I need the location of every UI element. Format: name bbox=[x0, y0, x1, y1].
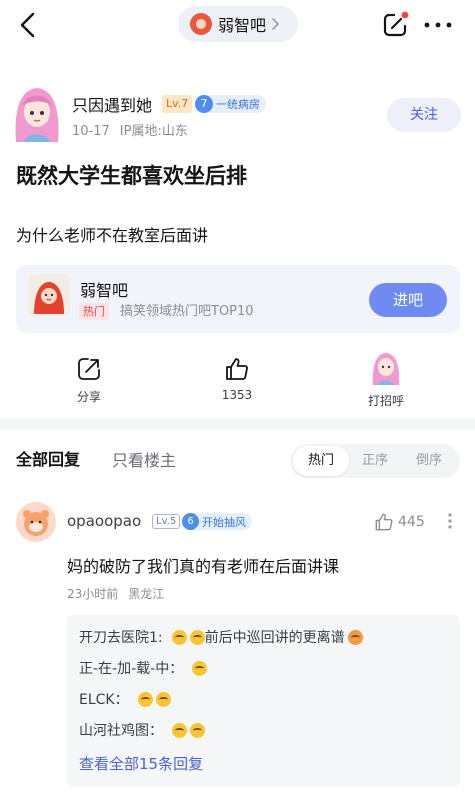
share-label: 分享 bbox=[76, 390, 101, 404]
comment-time: 23小时前 bbox=[67, 587, 119, 601]
reply-text: 前后中巡回讲的更离谱 bbox=[204, 630, 345, 646]
sort-hot[interactable]: 热门 bbox=[293, 446, 349, 476]
author-name[interactable]: 只因遇到她 bbox=[72, 92, 152, 116]
comment-like-button[interactable]: 445 bbox=[374, 512, 425, 532]
thumbs-up-icon bbox=[226, 358, 248, 380]
sub-reply: 山河社鸡图： bbox=[79, 720, 205, 740]
reply-user: 开刀去医院1: bbox=[79, 630, 163, 646]
greet-action[interactable]: 打招呼 bbox=[341, 353, 431, 409]
bar-card-name: 弱智吧 bbox=[80, 281, 129, 300]
sub-reply: 正-在-加-载-中： bbox=[79, 658, 208, 678]
bar-card-description: 搞笑领域热门吧TOP10 bbox=[120, 304, 254, 319]
emoji-icon bbox=[190, 722, 205, 738]
post-title: 既然大学生都喜欢坐后排 bbox=[16, 164, 247, 188]
post-body: 为什么老师不在教室后面讲 bbox=[16, 226, 209, 245]
tab-only-op[interactable]: 只看楼主 bbox=[112, 447, 176, 471]
emoji-icon bbox=[347, 629, 363, 645]
badge-text: 一统病房 bbox=[216, 98, 260, 111]
sub-reply: ELCK： bbox=[79, 689, 171, 709]
badge-number: 7 bbox=[195, 95, 213, 113]
emoji-icon bbox=[172, 722, 187, 738]
commenter-badge-number: 6 bbox=[182, 513, 199, 530]
ip-location: IP属地:山东 bbox=[119, 124, 188, 139]
bar-card[interactable]: 弱智吧 热门 搞笑领域热门吧TOP10 进吧 bbox=[16, 265, 460, 333]
chevron-right-icon bbox=[272, 18, 280, 30]
share-action[interactable]: 分享 bbox=[44, 356, 134, 405]
emoji-icon bbox=[171, 629, 187, 645]
bar-title-pill[interactable]: 弱智吧 bbox=[178, 6, 298, 42]
comment-meta: 23小时前 黑龙江 bbox=[67, 585, 164, 602]
reply-user: 山河社鸡图： bbox=[79, 723, 163, 739]
comment-location: 黑龙江 bbox=[128, 587, 165, 601]
top-bar: 弱智吧 bbox=[0, 0, 475, 50]
author-title-badge: 7 一统病房 bbox=[195, 95, 266, 113]
hot-tag: 热门 bbox=[79, 303, 109, 320]
greet-label: 打招呼 bbox=[367, 394, 404, 408]
share-icon bbox=[78, 358, 100, 380]
tab-all-replies[interactable]: 全部回复 bbox=[16, 446, 80, 470]
commenter-avatar[interactable] bbox=[16, 502, 56, 542]
commenter-title-badge: 6 开始抽风 bbox=[182, 513, 252, 530]
like-action[interactable]: 1353 bbox=[192, 356, 282, 402]
post-meta: 10-17 IP属地:山东 bbox=[72, 120, 188, 139]
reply-user: ELCK： bbox=[79, 692, 129, 708]
follow-button[interactable]: 关注 bbox=[387, 98, 461, 132]
emoji-icon bbox=[189, 629, 205, 645]
comment-text: 妈的破防了我们真的有老师在后面讲课 bbox=[67, 557, 340, 576]
comment-like-count: 445 bbox=[398, 514, 425, 530]
author-avatar[interactable] bbox=[12, 84, 62, 144]
back-icon[interactable] bbox=[14, 10, 44, 40]
greet-avatar bbox=[372, 353, 400, 385]
section-divider bbox=[0, 418, 475, 430]
bar-title: 弱智吧 bbox=[218, 16, 267, 35]
commenter-level-badge: Lv.5 bbox=[152, 514, 181, 529]
thumbs-up-icon bbox=[375, 513, 393, 531]
author-level-badge: Lv.7 bbox=[162, 95, 193, 113]
sort-ascending[interactable]: 正序 bbox=[347, 446, 403, 476]
sub-reply: 开刀去医院1: 前后中巡回讲的更离谱 bbox=[79, 627, 363, 647]
bar-logo-icon bbox=[28, 274, 70, 316]
more-icon[interactable] bbox=[422, 12, 454, 38]
post-date: 10-17 bbox=[72, 124, 110, 139]
notification-dot bbox=[401, 11, 409, 19]
sub-replies[interactable]: 开刀去医院1: 前后中巡回讲的更离谱 正-在-加-载-中： ELCK： 山河社鸡… bbox=[67, 615, 460, 787]
edit-icon[interactable] bbox=[380, 10, 410, 40]
sort-toggle: 热门 正序 倒序 bbox=[290, 444, 460, 478]
emoji-icon bbox=[192, 660, 208, 676]
bar-avatar-icon bbox=[190, 13, 212, 35]
like-count: 1353 bbox=[221, 388, 253, 402]
enter-bar-button[interactable]: 进吧 bbox=[369, 283, 447, 317]
commenter-name[interactable]: opaoopao bbox=[67, 512, 141, 530]
commenter-badge-text: 开始抽风 bbox=[202, 515, 246, 529]
reply-user: 正-在-加-载-中： bbox=[79, 661, 184, 677]
view-all-replies-link[interactable]: 查看全部15条回复 bbox=[79, 753, 203, 774]
emoji-icon bbox=[155, 691, 171, 707]
emoji-icon bbox=[137, 691, 153, 707]
sort-descending[interactable]: 倒序 bbox=[401, 446, 457, 476]
comment-more-icon[interactable] bbox=[443, 511, 457, 531]
